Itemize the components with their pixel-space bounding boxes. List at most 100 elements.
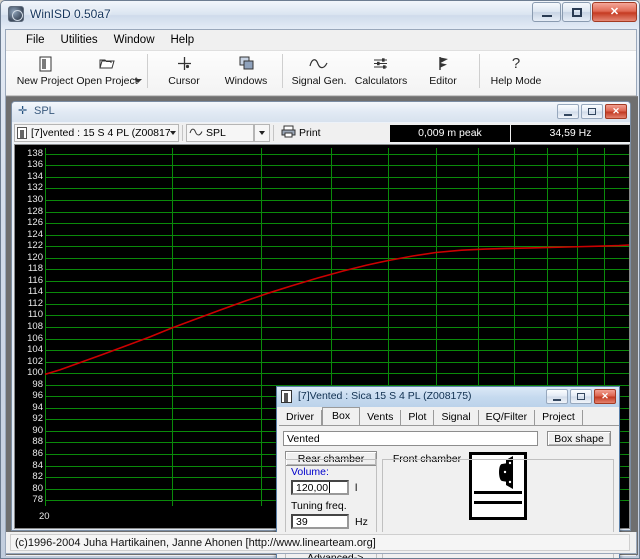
client-area: File Utilities Window Help New Project O…	[5, 29, 638, 558]
toolbar-signal-gen[interactable]: Signal Gen.	[288, 51, 350, 95]
window-title: WinISD 0.50a7	[30, 7, 111, 21]
spl-toolbar: [7]vented : 15 S 4 PL (Z008175) SPL Prin…	[14, 123, 630, 143]
toolbar-open-project-label: Open Project	[76, 75, 138, 87]
tab-project[interactable]: Project	[535, 410, 583, 425]
spl-maximize-button[interactable]	[581, 104, 603, 119]
window-titlebar: WinISD 0.50a7 ✕	[1, 1, 639, 29]
y-axis-tick-label: 88	[32, 436, 43, 448]
spl-toolbar-separator-2	[273, 125, 274, 141]
y-axis-tick-label: 106	[27, 332, 43, 344]
y-axis-tick-label: 102	[27, 355, 43, 367]
app-icon	[8, 6, 24, 22]
y-axis-tick-label: 104	[27, 344, 43, 356]
tuning-unit: Hz	[355, 516, 368, 528]
print-label: Print	[299, 127, 321, 139]
toolbar-help-mode[interactable]: ? Help Mode	[485, 51, 547, 95]
project-combo-value: [7]vented : 15 S 4 PL (Z008175)	[31, 127, 170, 139]
y-axis-tick-label: 82	[32, 471, 43, 483]
toolbar-new-project[interactable]: New Project	[14, 51, 76, 95]
y-axis-tick-label: 84	[32, 459, 43, 471]
y-axis-tick-label: 108	[27, 321, 43, 332]
y-axis-tick-label: 78	[32, 494, 43, 506]
chevron-down-icon[interactable]	[259, 131, 265, 135]
toolbar-open-project[interactable]: Open Project	[76, 51, 138, 95]
menu-help[interactable]: Help	[163, 32, 203, 48]
tab-box[interactable]: Box	[322, 407, 361, 426]
tab-signal[interactable]: Signal	[434, 410, 479, 425]
mdi-area: ✛ SPL ✕ [7]vented : 15 S 4 PL (Z008175)	[6, 96, 638, 558]
project-combo[interactable]: [7]vented : 15 S 4 PL (Z008175)	[14, 124, 179, 142]
volume-input[interactable]: 120,00	[291, 480, 349, 495]
readout-peak: 0,009 m peak	[390, 124, 510, 142]
close-button[interactable]: ✕	[592, 2, 637, 22]
toolbar-new-project-label: New Project	[16, 75, 74, 87]
document-icon	[281, 390, 292, 403]
grid-line-vertical	[629, 148, 630, 506]
toolbar-separator-1	[147, 54, 148, 88]
new-project-icon	[38, 55, 53, 72]
box-shape-button[interactable]: Box shape	[547, 431, 611, 446]
toolbar-editor-label: Editor	[429, 75, 457, 87]
y-axis-labels: 138 136 134 132 130 128 126 124 122 120 118 116 114 1…	[15, 145, 45, 528]
chevron-down-icon[interactable]	[170, 131, 176, 135]
readout-frequency: 34,59 Hz	[511, 124, 630, 142]
x-axis-tick-label: 20	[39, 511, 50, 522]
alignment-field[interactable]: Vented	[283, 431, 538, 446]
cursor-icon	[177, 55, 192, 72]
menu-window[interactable]: Window	[106, 32, 163, 48]
y-axis-tick-label: 112	[27, 297, 43, 309]
curve-combo[interactable]: SPL	[186, 124, 254, 142]
toolbar-windows-label: Windows	[224, 75, 268, 87]
dialog-window-controls: ✕	[544, 389, 616, 404]
toolbar-editor[interactable]: Editor	[412, 51, 474, 95]
y-axis-tick-label: 122	[27, 240, 43, 252]
tab-driver[interactable]: Driver	[279, 410, 322, 425]
dialog-titlebar: [7]Vented : Sica 15 S 4 PL (Z008175) ✕	[277, 387, 619, 407]
dialog-maximize-button[interactable]	[570, 389, 592, 404]
main-window: WinISD 0.50a7 ✕ File Utilities Window He…	[0, 0, 640, 559]
y-axis-tick-label: 86	[32, 448, 43, 460]
y-axis-tick-label: 80	[32, 482, 43, 494]
toolbar-calculators[interactable]: Calculators	[350, 51, 412, 95]
curve-combo-dropdown[interactable]	[254, 124, 270, 142]
menu-utilities[interactable]: Utilities	[53, 32, 106, 48]
tab-vents[interactable]: Vents	[360, 410, 402, 425]
dialog-title: [7]Vented : Sica 15 S 4 PL (Z008175)	[298, 390, 472, 402]
minimize-button[interactable]	[532, 2, 561, 22]
toolbar-open-project-dropdown-icon[interactable]	[134, 79, 142, 83]
toolbar-windows[interactable]: Windows	[215, 51, 277, 95]
y-axis-tick-label: 130	[27, 193, 43, 205]
spl-close-button[interactable]: ✕	[605, 104, 627, 119]
y-axis-tick-label: 92	[32, 413, 43, 425]
signal-gen-icon	[309, 55, 329, 72]
toolbar-calculators-label: Calculators	[354, 75, 408, 87]
tuning-input[interactable]: 39	[291, 514, 349, 529]
app-statusbar: (c)1996-2004 Juha Hartikainen, Janne Aho…	[5, 532, 637, 554]
tab-eq-filter[interactable]: EQ/Filter	[479, 410, 536, 425]
y-axis-tick-label: 134	[27, 170, 43, 182]
y-axis-tick-label: 114	[27, 286, 43, 298]
spl-window-controls: ✕	[555, 104, 627, 119]
y-axis-tick-label: 126	[27, 217, 43, 229]
spl-window-title: SPL	[34, 105, 55, 117]
tab-plot[interactable]: Plot	[401, 410, 435, 425]
y-axis-tick-label: 110	[27, 309, 43, 321]
toolbar-help-mode-label: Help Mode	[490, 75, 542, 87]
spl-minimize-button[interactable]	[557, 104, 579, 119]
printer-icon	[281, 125, 296, 141]
print-button[interactable]: Print	[277, 124, 325, 142]
windows-icon	[239, 55, 254, 72]
open-project-icon	[98, 55, 116, 72]
toolbar-cursor[interactable]: Cursor	[153, 51, 215, 95]
y-axis-tick-label: 118	[27, 263, 43, 275]
editor-icon	[436, 55, 450, 72]
maximize-button[interactable]	[562, 2, 591, 22]
menu-file[interactable]: File	[18, 32, 53, 48]
dialog-close-button[interactable]: ✕	[594, 389, 616, 404]
spl-window-icon: ✛	[18, 105, 28, 117]
tuning-label: Tuning freq.	[291, 500, 347, 512]
dialog-minimize-button[interactable]	[546, 389, 568, 404]
spl-titlebar: ✛ SPL ✕	[12, 102, 630, 122]
volume-unit: l	[355, 482, 358, 494]
y-axis-tick-label: 116	[27, 274, 43, 286]
